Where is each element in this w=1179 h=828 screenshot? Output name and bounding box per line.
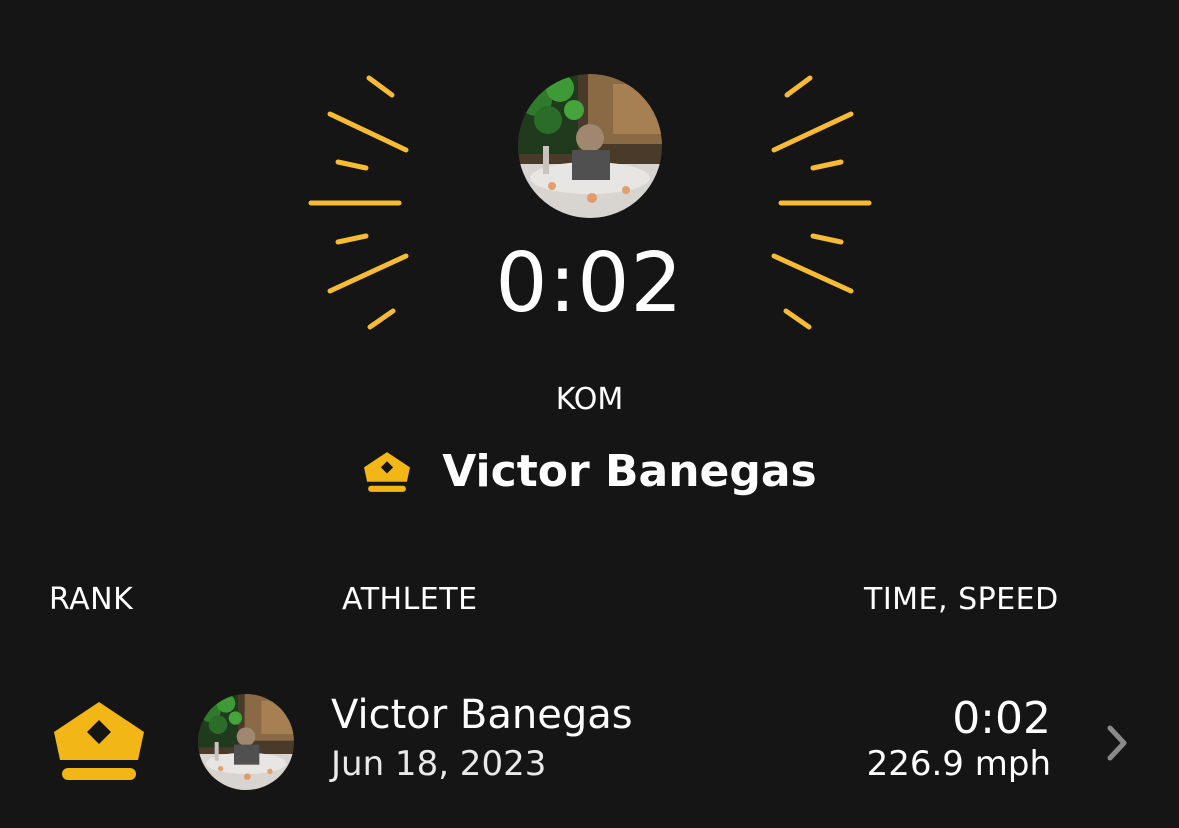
kom-time: 0:02 — [495, 236, 684, 331]
time-speed-column-header: TIME, SPEED — [864, 582, 1059, 617]
athlete-avatar-photo — [198, 694, 294, 790]
crown-icon — [54, 702, 144, 780]
hero-athlete-avatar[interactable] — [518, 74, 662, 218]
row-effort-date: Jun 18, 2023 — [331, 744, 547, 784]
row-athlete-name: Victor Banegas — [331, 692, 633, 738]
kom-leader[interactable]: Victor Banegas — [0, 444, 1179, 500]
athlete-avatar-photo — [518, 74, 662, 218]
rank-column-header: RANK — [49, 582, 134, 617]
chevron-right-icon[interactable] — [1102, 722, 1132, 764]
row-athlete-avatar[interactable] — [198, 694, 294, 790]
kom-leader-name: Victor Banegas — [442, 446, 817, 497]
kom-celebration-hero: 0:02 — [0, 0, 1179, 360]
row-effort-speed: 226.9 mph — [866, 744, 1051, 784]
row-effort-time: 0:02 — [952, 693, 1051, 744]
athlete-column-header: ATHLETE — [342, 582, 478, 617]
leaderboard-row[interactable]: Victor Banegas Jun 18, 2023 0:02 226.9 m… — [0, 680, 1179, 810]
kom-label: KOM — [555, 382, 624, 417]
crown-icon — [364, 452, 411, 492]
